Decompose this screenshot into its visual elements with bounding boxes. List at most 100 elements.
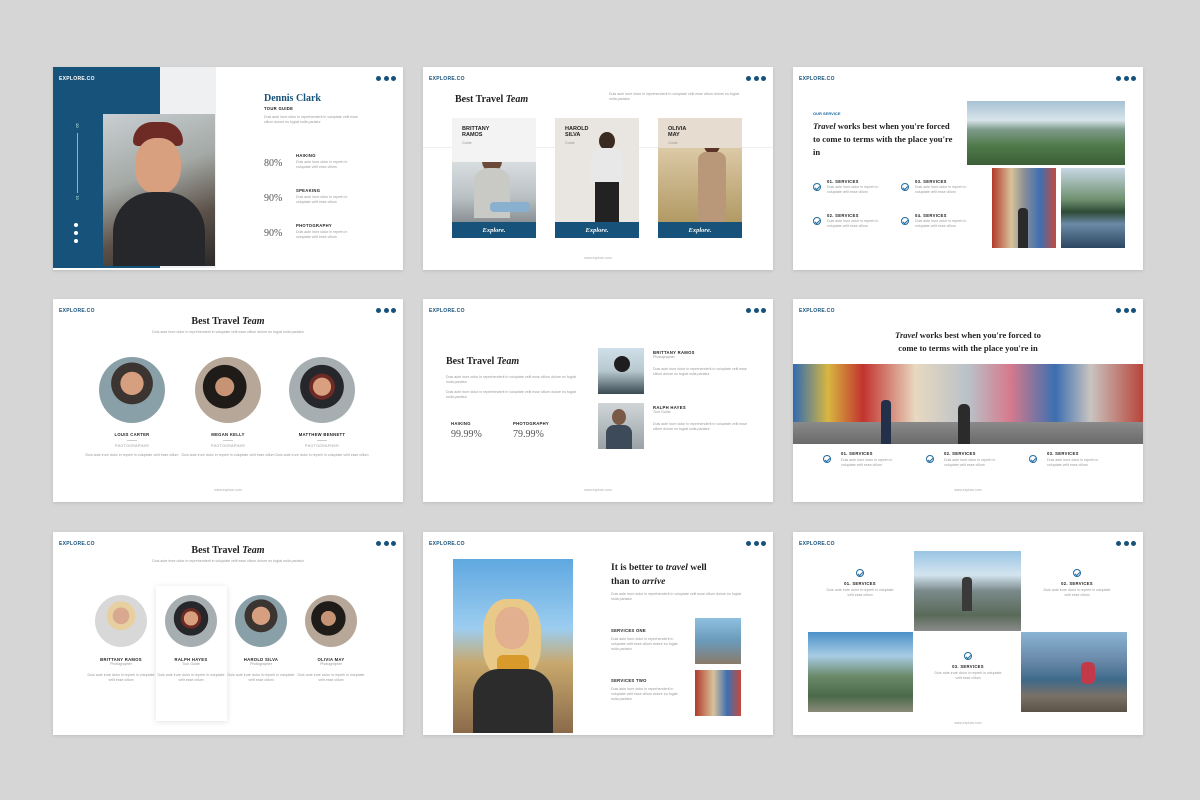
service-title: 02. SERVICES [827, 213, 859, 218]
slide-6-banner-services[interactable]: EXPLORE.CO Travel works best when you're… [793, 299, 1143, 502]
face [135, 138, 181, 194]
title-italic: Team [505, 94, 529, 105]
profile-role: TOUR GUIDE [264, 106, 294, 111]
twitter-icon[interactable] [1116, 76, 1121, 81]
twitter-icon[interactable] [1116, 541, 1121, 546]
person-block: HAROLD SILVA Photographer Duis aute irure … [227, 657, 295, 682]
instagram-icon[interactable] [761, 76, 766, 81]
twitter-icon[interactable] [74, 223, 78, 227]
instagram-icon[interactable] [1131, 76, 1136, 81]
slide-4-team-circles[interactable]: EXPLORE.CO Best Travel Team Duis aute ir… [53, 299, 403, 502]
team-card[interactable]: OLIVIA MAY Guide Explore. [658, 118, 742, 238]
instagram-icon[interactable] [1131, 541, 1136, 546]
instagram-icon[interactable] [391, 308, 396, 313]
facebook-icon[interactable] [1123, 76, 1129, 81]
facebook-icon[interactable] [1123, 541, 1129, 546]
footer-url[interactable]: www.explore.com [793, 721, 1143, 725]
section-title: Best Travel Team [446, 356, 520, 367]
avatar [195, 357, 261, 423]
legs [490, 202, 530, 212]
brand-logo: EXPLORE.CO [59, 76, 95, 82]
section-desc: Duis aute irure dolor in reprehenderit i… [152, 330, 304, 334]
twitter-icon[interactable] [376, 76, 381, 81]
footer-url[interactable]: www.explore.com [423, 256, 773, 260]
explore-button[interactable]: Explore. [658, 222, 742, 238]
twitter-icon[interactable] [376, 308, 381, 313]
card-role: Guide [462, 141, 472, 145]
slide-2-team-cards[interactable]: EXPLORE.CO Best Travel Team Duis aute ir… [423, 67, 773, 270]
service-photo [695, 618, 741, 664]
cliff-photo [1021, 632, 1127, 712]
facebook-icon[interactable] [383, 76, 389, 81]
twitter-icon[interactable] [746, 541, 751, 546]
slide-9-services-grid[interactable]: EXPLORE.CO 01. SERVICES Duis aute irure d… [793, 532, 1143, 735]
member-info: RALPH HAYES Tour Guide Duis aute irure dol… [653, 405, 747, 431]
social-links [1116, 541, 1136, 546]
team-card[interactable]: BRITTANY RAMOS Guide Explore. [452, 118, 536, 238]
card-name: OLIVIA MAY [668, 126, 687, 138]
facebook-icon[interactable] [1123, 308, 1129, 313]
person-role: PHOTOGRAPHER [114, 443, 150, 448]
brand-logo: EXPLORE.CO [429, 541, 465, 547]
avatar [305, 595, 357, 647]
footer-url[interactable]: www.explore.com [53, 488, 403, 492]
slide-5-team-stats[interactable]: EXPLORE.CO Best Travel Team Duis aute ir… [423, 299, 773, 502]
lake-photo [1061, 168, 1125, 248]
profile-name: Dennis Clark [264, 93, 321, 104]
explore-button[interactable]: Explore. [452, 222, 536, 238]
page-number-bottom: 01 [74, 195, 80, 200]
service-title: 01. SERVICES [827, 179, 859, 184]
explore-button[interactable]: Explore. [555, 222, 639, 238]
check-icon [901, 217, 909, 225]
check-icon [813, 183, 821, 191]
brand-logo: EXPLORE.CO [799, 76, 835, 82]
brand-logo: EXPLORE.CO [799, 541, 835, 547]
facebook-icon[interactable] [753, 308, 759, 313]
instagram-icon[interactable] [1131, 308, 1136, 313]
social-vertical [74, 223, 78, 243]
title-text: Best Travel [455, 94, 504, 105]
slide-1-profile[interactable]: EXPLORE.CO 05 01 Dennis Clark TOUR GUIDE… [53, 67, 403, 270]
instagram-icon[interactable] [761, 541, 766, 546]
instagram-icon[interactable] [761, 308, 766, 313]
coat [473, 669, 553, 733]
instagram-icon[interactable] [391, 76, 396, 81]
headline-italic: Travel [813, 121, 836, 131]
footer-url[interactable]: www.explore.com [423, 488, 773, 492]
service-block: SERVICES ONE Duis aute irure dolor in rep… [611, 628, 678, 651]
team-card[interactable]: HAROLD SILVA Guide Explore. [555, 118, 639, 238]
twitter-icon[interactable] [746, 76, 751, 81]
headline: Travel works best when you're forced to … [895, 330, 1041, 353]
brand-logo: EXPLORE.CO [429, 308, 465, 314]
slide-8-travel-well[interactable]: EXPLORE.CO It is better to travel well t… [423, 532, 773, 735]
divider-line [77, 133, 78, 193]
service-block: SERVICES TWO Duis aute irure dolor in rep… [611, 678, 678, 701]
slide-3-services[interactable]: EXPLORE.CO OUR SERVICE Travel works best… [793, 67, 1143, 270]
skill-percent: 90% [264, 193, 283, 204]
instagram-icon[interactable] [74, 239, 78, 243]
card-photo [585, 132, 629, 222]
street-banner-photo [793, 364, 1143, 444]
person-block: BRITTANY RAMOS Photographer Duis aute irur… [87, 657, 155, 682]
twitter-icon[interactable] [1116, 308, 1121, 313]
card-name: BRITTANY RAMOS [462, 126, 490, 138]
member-info: BRITTANY RAMOS Photographer Duis aute irur… [653, 350, 747, 376]
slide-7-team-four[interactable]: EXPLORE.CO Best Travel Team Duis aute ir… [53, 532, 403, 735]
member-photo [598, 403, 644, 449]
social-links [746, 76, 766, 81]
facebook-icon[interactable] [74, 231, 78, 235]
footer-url[interactable]: www.explore.com [793, 488, 1143, 492]
brand-logo: EXPLORE.CO [59, 308, 95, 314]
facebook-icon[interactable] [753, 76, 759, 81]
social-links [376, 308, 396, 313]
facebook-icon[interactable] [383, 308, 389, 313]
check-icon [901, 183, 909, 191]
person-desc: Duis aute irure dolor in repreh in volup… [275, 452, 369, 457]
facebook-icon[interactable] [753, 541, 759, 546]
member-photo [598, 348, 644, 394]
avatar [235, 595, 287, 647]
twitter-icon[interactable] [746, 308, 751, 313]
kicker: OUR SERVICE [813, 111, 841, 116]
person-block: OLIVIA MAY Photographer Duis aute irure do… [297, 657, 365, 682]
headline-desc: Duis aute irure dolor in reprehenderit i… [611, 592, 741, 601]
